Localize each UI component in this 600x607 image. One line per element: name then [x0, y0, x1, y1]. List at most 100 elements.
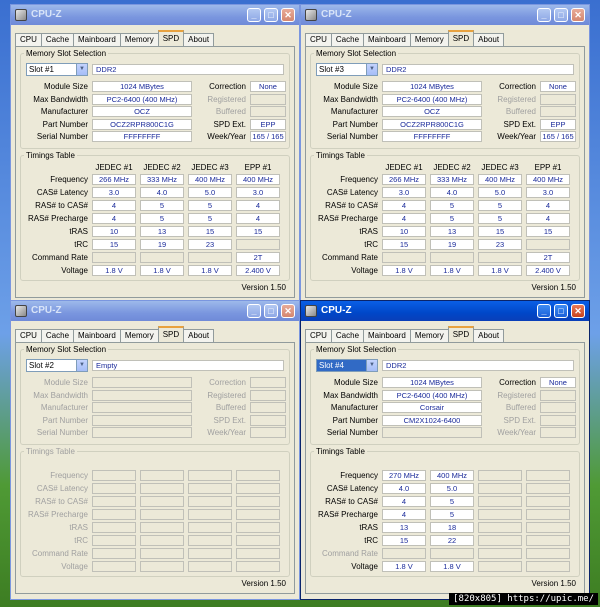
value-serial-number: FFFFFFFF	[92, 131, 192, 142]
tab-cpu[interactable]: CPU	[305, 329, 332, 342]
label-registered: Registered	[207, 390, 246, 400]
minimize-icon[interactable]: _	[247, 304, 261, 318]
title-bar[interactable]: CPU-Z _ □ ✕	[11, 5, 299, 25]
cpuz-window-3[interactable]: CPU-Z _ □ ✕ CPU Cache Mainboard Memory SPD Ab…	[10, 300, 300, 600]
timing-cell	[526, 483, 570, 494]
tab-memory[interactable]: Memory	[119, 33, 159, 46]
label-module-size: Module Size	[333, 378, 378, 387]
title-bar[interactable]: CPU-Z _ □ ✕	[11, 301, 299, 321]
slot-select[interactable]: Slot #3 ▼	[316, 63, 378, 76]
timing-cell: 15	[236, 226, 280, 237]
timing-cell: 4	[382, 496, 426, 507]
timing-cell	[382, 548, 426, 559]
timing-cell: 400 MHz	[430, 470, 474, 481]
tab-mainboard[interactable]: Mainboard	[73, 329, 121, 342]
timing-label: CAS# Latency	[36, 484, 88, 493]
close-icon[interactable]: ✕	[571, 8, 585, 22]
label-buffered: Buffered	[505, 403, 536, 412]
timing-cell: 4	[382, 213, 426, 224]
timing-cell	[140, 535, 184, 546]
cpuz-window-2[interactable]: CPU-Z _ □ ✕ CPU Cache Mainboard Memory SPD Ab…	[300, 4, 590, 304]
label-max-bandwidth: Max Bandwidth	[323, 94, 378, 104]
maximize-icon[interactable]: □	[264, 304, 278, 318]
version-label: Version 1.50	[241, 283, 286, 292]
tab-about[interactable]: About	[183, 33, 215, 46]
tab-cpu[interactable]: CPU	[15, 329, 42, 342]
slot-select[interactable]: Slot #2 ▼	[26, 359, 88, 372]
tab-spd[interactable]: SPD	[447, 326, 475, 342]
tab-spd[interactable]: SPD	[157, 326, 185, 342]
timing-cell: 2T	[526, 252, 570, 263]
timing-cell: 23	[188, 239, 232, 250]
timing-cell	[188, 548, 232, 559]
timing-cell: 15	[478, 226, 522, 237]
cpuz-window-1[interactable]: CPU-Z _ □ ✕ CPU Cache Mainboard Memory SPD Ab…	[10, 4, 300, 304]
title-bar[interactable]: CPU-Z _ □ ✕	[301, 301, 589, 321]
label-buffered: Buffered	[215, 403, 246, 412]
slot-select[interactable]: Slot #1 ▼	[26, 63, 88, 76]
tab-cpu[interactable]: CPU	[15, 33, 42, 46]
tab-memory[interactable]: Memory	[409, 33, 449, 46]
tab-cpu[interactable]: CPU	[305, 33, 332, 46]
version-label: Version 1.50	[531, 283, 576, 292]
timing-cell: 19	[140, 239, 184, 250]
value-manufacturer: OCZ	[382, 106, 482, 117]
dropdown-arrow-icon[interactable]: ▼	[366, 64, 377, 75]
timing-col-header: JEDEC #3	[481, 163, 519, 172]
timing-cell: 13	[430, 226, 474, 237]
label-max-bandwidth: Max Bandwidth	[33, 390, 88, 400]
tab-spd[interactable]: SPD	[447, 30, 475, 46]
cpuz-window-4[interactable]: CPU-Z _ □ ✕ CPU Cache Mainboard Memory SPD Ab…	[300, 300, 590, 600]
dropdown-arrow-icon[interactable]: ▼	[76, 360, 87, 371]
timing-label: CAS# Latency	[326, 484, 378, 493]
label-serial-number: Serial Number	[326, 428, 378, 437]
timing-cell: 4	[92, 213, 136, 224]
timing-cell	[92, 470, 136, 481]
label-manufacturer: Manufacturer	[40, 403, 88, 412]
tab-about[interactable]: About	[473, 33, 505, 46]
tab-cache[interactable]: Cache	[330, 33, 365, 46]
timing-cell	[92, 548, 136, 559]
maximize-icon[interactable]: □	[554, 8, 568, 22]
close-icon[interactable]: ✕	[281, 8, 295, 22]
title-bar[interactable]: CPU-Z _ □ ✕	[301, 5, 589, 25]
timing-cell: 5	[430, 496, 474, 507]
maximize-icon[interactable]: □	[264, 8, 278, 22]
timing-cell: 3.0	[92, 187, 136, 198]
timing-cell	[526, 509, 570, 520]
timing-cell	[140, 483, 184, 494]
timing-cell	[140, 470, 184, 481]
minimize-icon[interactable]: _	[247, 8, 261, 22]
timing-cell: 5	[430, 509, 474, 520]
timing-cell: 13	[140, 226, 184, 237]
tab-about[interactable]: About	[473, 329, 505, 342]
tab-memory[interactable]: Memory	[409, 329, 449, 342]
tab-mainboard[interactable]: Mainboard	[73, 33, 121, 46]
timing-cell: 5	[140, 200, 184, 211]
tab-cache[interactable]: Cache	[330, 329, 365, 342]
maximize-icon[interactable]: □	[554, 304, 568, 318]
close-icon[interactable]: ✕	[571, 304, 585, 318]
slot-select[interactable]: Slot #4 ▼	[316, 359, 378, 372]
dropdown-arrow-icon[interactable]: ▼	[76, 64, 87, 75]
timing-cell: 400 MHz	[478, 174, 522, 185]
label-module-size: Module Size	[43, 82, 88, 91]
minimize-icon[interactable]: _	[537, 8, 551, 22]
timing-cell	[92, 561, 136, 572]
timing-cell: 1.8 V	[478, 265, 522, 276]
timing-cell	[526, 548, 570, 559]
tab-cache[interactable]: Cache	[40, 329, 75, 342]
slot-select-value: Slot #4	[319, 361, 344, 370]
tab-mainboard[interactable]: Mainboard	[363, 33, 411, 46]
close-icon[interactable]: ✕	[281, 304, 295, 318]
tab-about[interactable]: About	[183, 329, 215, 342]
dropdown-arrow-icon[interactable]: ▼	[366, 360, 377, 371]
minimize-icon[interactable]: _	[537, 304, 551, 318]
tab-cache[interactable]: Cache	[40, 33, 75, 46]
timing-col-header: JEDEC #2	[433, 163, 471, 172]
timing-cell: 1.8 V	[430, 561, 474, 572]
tab-memory[interactable]: Memory	[119, 329, 159, 342]
timing-cell: 4	[92, 200, 136, 211]
tab-mainboard[interactable]: Mainboard	[363, 329, 411, 342]
tab-spd[interactable]: SPD	[157, 30, 185, 46]
